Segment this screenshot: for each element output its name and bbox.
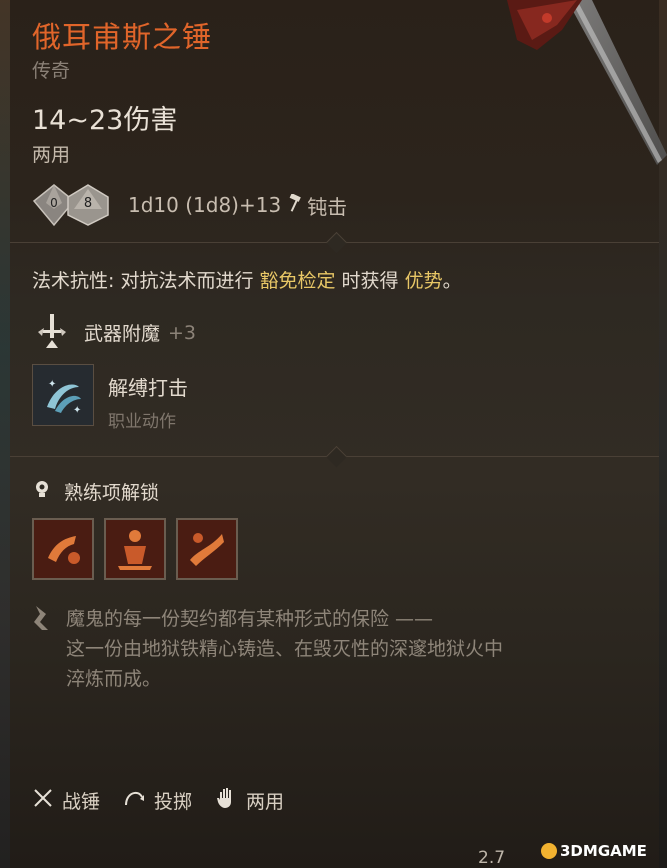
saving-throw-link[interactable]: 豁免检定 [259, 270, 335, 292]
spell-resistance: 法术抗性: 对抗法术而进行 豁免检定 时获得 优势。 [32, 266, 462, 293]
resistance-text-mid: 时获得 [335, 270, 405, 292]
svg-text:✦: ✦ [48, 379, 56, 390]
damage-formula: 1d10 (1d8)+13 钝击 [128, 191, 347, 220]
tenacity-icon[interactable] [32, 518, 94, 580]
watermark-text: 3DMGAME [560, 842, 647, 860]
item-rarity: 传奇 [32, 60, 71, 82]
enchantment-label: 武器附魔 [84, 323, 161, 345]
quill-icon [32, 604, 52, 694]
topple-icon[interactable] [104, 518, 166, 580]
proficiency-actions [32, 518, 248, 580]
weapon-tags: 战锤 投掷 两用 [32, 786, 306, 815]
d8-die-icon: 8 [66, 183, 110, 227]
resistance-text-end: 。 [442, 270, 462, 292]
class-action[interactable]: ✦ ✦ 解缚打击 职业动作 [32, 364, 188, 432]
item-weight: 2.7 [478, 848, 506, 868]
svg-text:✦: ✦ [73, 405, 81, 416]
resistance-text: 法术抗性: 对抗法术而进行 [32, 270, 260, 292]
action-name: 解缚打击 [108, 376, 188, 400]
lightbulb-icon [32, 478, 52, 505]
description-line: 这一份由地狱铁精心铸造、在毁灭性的深邃地狱火中 [66, 638, 504, 660]
proficiency-unlock: 熟练项解锁 [32, 478, 159, 505]
damage-range: 14~23伤害 [32, 105, 178, 136]
background-edge [0, 0, 10, 868]
advantage-link[interactable]: 优势 [405, 270, 443, 292]
hand-icon [214, 786, 238, 815]
tag-thrown: 投掷 [122, 787, 192, 814]
damage-dice-row: 0 8 1d10 (1d8)+13 钝击 [32, 180, 347, 230]
tag-thrown-label: 投掷 [154, 791, 193, 813]
enchantment-icon [32, 310, 72, 355]
description-line: 魔鬼的每一份契约都有某种形式的保险 —— [66, 608, 434, 630]
tag-versatile: 两用 [214, 786, 284, 815]
proficiency-label: 熟练项解锁 [64, 482, 160, 504]
die1-value: 0 [50, 196, 58, 210]
tag-warhammer: 战锤 [32, 787, 100, 814]
watermark: 3DMGAME [540, 842, 647, 860]
enchantment-value: +3 [168, 321, 197, 344]
weapon-enchantment: 武器附魔 +3 [32, 310, 196, 355]
damage-type: 钝击 [307, 194, 348, 219]
die2-value: 8 [84, 196, 92, 211]
description-line: 淬炼而成。 [66, 668, 162, 690]
item-name: 俄耳甫斯之锤 [32, 20, 213, 54]
bludgeoning-icon [287, 193, 303, 217]
damage-formula-text: 1d10 (1d8)+13 [128, 193, 282, 217]
watermark-logo-icon [541, 843, 557, 859]
tag-versatile-label: 两用 [246, 791, 285, 813]
tag-warhammer-label: 战锤 [62, 791, 101, 813]
weapon-art [507, 0, 667, 170]
crossed-weapons-icon [32, 787, 54, 814]
lacerate-action-icon: ✦ ✦ [32, 364, 94, 426]
handedness: 两用 [32, 144, 71, 166]
rush-attack-icon[interactable] [176, 518, 238, 580]
item-description: 魔鬼的每一份契约都有某种形式的保险 —— 这一份由地狱铁精心铸造、在毁灭性的深邃… [32, 604, 503, 694]
throw-arc-icon [122, 787, 146, 814]
action-type: 职业动作 [108, 412, 176, 432]
